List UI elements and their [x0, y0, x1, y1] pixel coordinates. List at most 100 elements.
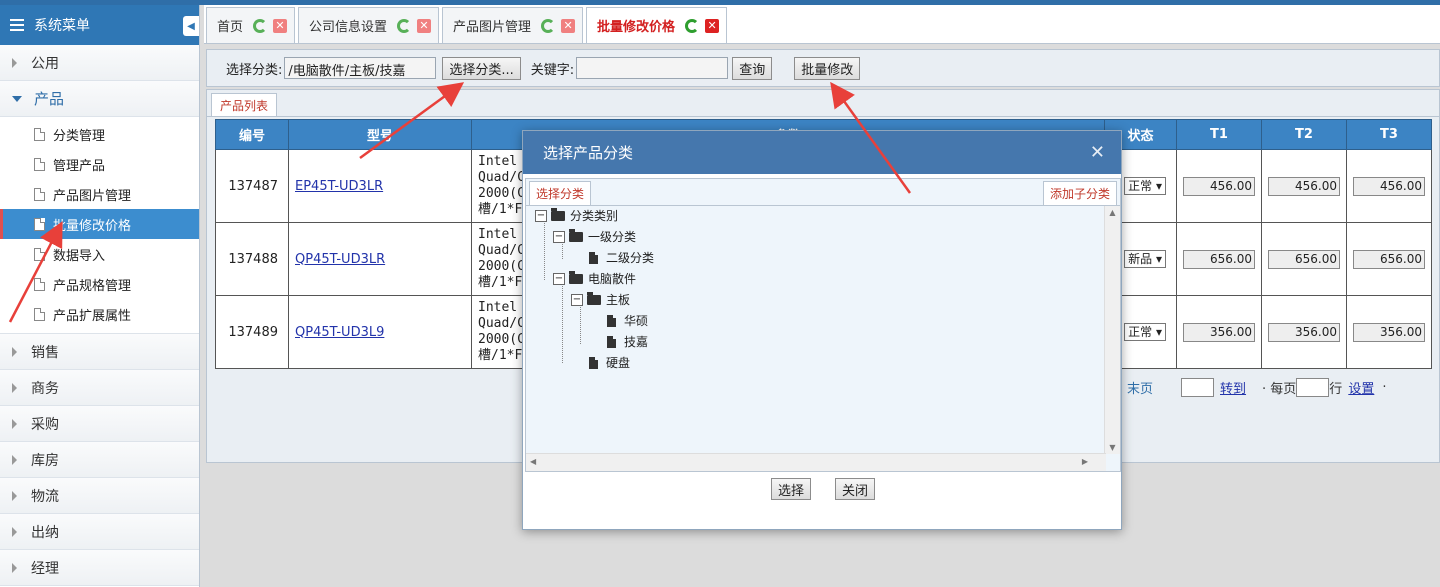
refresh-icon[interactable]	[397, 18, 412, 33]
chevron-right-icon	[12, 382, 17, 393]
collapse-toggle-icon[interactable]: −	[571, 293, 583, 306]
column-header: T3	[1346, 119, 1432, 150]
collapse-toggle-icon[interactable]: −	[553, 230, 565, 243]
tab-product-list[interactable]: 产品列表	[211, 93, 278, 116]
price-t3-input[interactable]: 356.00	[1353, 322, 1425, 342]
sidebar-group-manager[interactable]: 经理	[0, 550, 199, 586]
sidebar-group-cashier[interactable]: 出纳	[0, 514, 199, 550]
refresh-icon[interactable]	[685, 18, 700, 33]
select-category-dialog: 选择产品分类 ✕ 选择分类 添加子分类 − 分类类别 − 一级分类 二级分类 − 电脑…	[522, 130, 1122, 530]
close-icon[interactable]: ✕	[417, 18, 432, 33]
dialog-title: 选择产品分类	[543, 144, 634, 162]
close-icon[interactable]: ✕	[705, 18, 720, 33]
sidebar-item-extended-attributes[interactable]: 产品扩展属性	[0, 299, 199, 329]
tab-product-images[interactable]: 产品图片管理 ✕	[442, 7, 584, 43]
add-subcategory-button[interactable]: 添加子分类	[1042, 181, 1117, 205]
sidebar-group-sales[interactable]: 销售	[0, 334, 199, 370]
sidebar-group-purchase[interactable]: 采购	[0, 406, 199, 442]
folder-open-icon	[569, 228, 583, 242]
category-field[interactable]: /电脑散件/主板/技嘉	[284, 57, 437, 79]
horizontal-scrollbar[interactable]: ◀ ▶	[526, 453, 1106, 471]
status-select[interactable]: 正常 ▾	[1124, 177, 1166, 195]
sidebar-group-product[interactable]: 产品	[0, 81, 199, 117]
batch-modify-button[interactable]: 批量修改	[794, 56, 861, 80]
collapse-sidebar-icon[interactable]: ◀	[183, 16, 199, 36]
close-button[interactable]: 关闭	[835, 478, 876, 500]
goto-link[interactable]: 转到	[1220, 378, 1246, 397]
chevron-right-icon	[12, 346, 17, 357]
status-select[interactable]: 正常 ▾	[1124, 323, 1166, 341]
tab-home[interactable]: 首页 ✕	[206, 7, 296, 43]
tree-node-level2[interactable]: 二级分类	[589, 247, 654, 268]
sidebar-group-logistics[interactable]: 物流	[0, 478, 199, 514]
dialog-body: 选择分类 添加子分类 − 分类类别 − 一级分类 二级分类 − 电脑散件 − 主板 华硕…	[525, 178, 1121, 472]
column-header: T1	[1176, 119, 1262, 150]
model-link[interactable]: EP45T-UD3LR	[289, 179, 383, 194]
folder-open-icon	[569, 270, 583, 284]
close-icon[interactable]: ✕	[561, 18, 576, 33]
select-button[interactable]: 选择	[770, 478, 811, 500]
per-page-input[interactable]	[1296, 378, 1330, 397]
sidebar-item-batch-price[interactable]: 批量修改价格	[0, 209, 199, 239]
tree-node-root[interactable]: − 分类类别	[535, 205, 618, 226]
keyword-label: 关键字:	[530, 62, 575, 78]
tree-node-asus[interactable]: 华硕	[607, 310, 648, 331]
keyword-input[interactable]	[576, 57, 729, 79]
sidebar-group-business[interactable]: 商务	[0, 370, 199, 406]
choose-category-button[interactable]: 选择分类...	[442, 56, 521, 80]
sidebar-item-manage-products[interactable]: 管理产品	[0, 149, 199, 179]
last-page-link[interactable]: 末页	[1127, 378, 1153, 397]
menu-icon	[10, 19, 24, 31]
filter-toolbar: 选择分类: /电脑散件/主板/技嘉 选择分类... 关键字: 查询 批量修改	[206, 49, 1440, 87]
close-icon[interactable]: ✕	[1090, 142, 1105, 163]
file-icon	[607, 314, 616, 327]
tree-node-gigabyte[interactable]: 技嘉	[607, 331, 648, 352]
price-t2-input[interactable]: 656.00	[1268, 249, 1340, 269]
tree-node-harddisk[interactable]: 硬盘	[589, 352, 630, 373]
sidebar-item-product-images[interactable]: 产品图片管理	[0, 179, 199, 209]
status-select[interactable]: 新品 ▾	[1124, 250, 1166, 268]
close-icon[interactable]: ✕	[273, 18, 288, 33]
tab-select-category[interactable]: 选择分类	[529, 181, 592, 205]
sidebar-item-category-manage[interactable]: 分类管理	[0, 119, 199, 149]
tree-node-motherboard[interactable]: − 主板	[571, 289, 630, 310]
model-link[interactable]: QP45T-UD3L9	[289, 325, 384, 340]
per-page-label: · 每页	[1262, 382, 1297, 397]
file-icon	[589, 251, 598, 264]
sidebar-group-common[interactable]: 公用	[0, 45, 199, 81]
price-t1-input[interactable]: 356.00	[1183, 322, 1255, 342]
model-link[interactable]: QP45T-UD3LR	[289, 252, 385, 267]
vertical-scrollbar[interactable]: ▲ ▼	[1104, 206, 1120, 454]
price-t3-input[interactable]: 656.00	[1353, 249, 1425, 269]
sidebar-title: 系统菜单	[34, 18, 90, 34]
price-t1-input[interactable]: 656.00	[1183, 249, 1255, 269]
tab-company-settings[interactable]: 公司信息设置 ✕	[298, 7, 440, 43]
price-t2-input[interactable]: 356.00	[1268, 322, 1340, 342]
collapse-toggle-icon[interactable]: −	[535, 209, 547, 222]
folder-open-icon	[551, 207, 565, 221]
sidebar-item-data-import[interactable]: 数据导入	[0, 239, 199, 269]
file-icon	[607, 335, 616, 348]
column-header: T2	[1261, 119, 1347, 150]
price-t2-input[interactable]: 456.00	[1268, 176, 1340, 196]
sidebar-item-spec-manage[interactable]: 产品规格管理	[0, 269, 199, 299]
refresh-icon[interactable]	[541, 18, 556, 33]
collapse-toggle-icon[interactable]: −	[553, 272, 565, 285]
tree-node-computer-parts[interactable]: − 电脑散件	[553, 268, 636, 289]
category-label: 选择分类:	[226, 62, 283, 78]
tab-batch-price[interactable]: 批量修改价格 ✕	[586, 7, 728, 43]
tree-node-level1[interactable]: − 一级分类	[553, 226, 636, 247]
goto-page-input[interactable]	[1181, 378, 1215, 397]
document-icon	[34, 217, 45, 231]
refresh-icon[interactable]	[253, 18, 268, 33]
chevron-down-icon	[12, 95, 22, 102]
settings-link[interactable]: 设置	[1348, 378, 1374, 397]
price-t3-input[interactable]: 456.00	[1353, 176, 1425, 196]
query-button[interactable]: 查询	[732, 56, 773, 80]
column-header: 型号	[288, 119, 472, 150]
rows-label: 行	[1329, 382, 1343, 397]
tab-bar: 首页 ✕ 公司信息设置 ✕ 产品图片管理 ✕ 批量修改价格 ✕	[204, 5, 1440, 44]
sidebar-header: 系统菜单 ◀	[0, 5, 199, 45]
sidebar-group-warehouse[interactable]: 库房	[0, 442, 199, 478]
price-t1-input[interactable]: 456.00	[1183, 176, 1255, 196]
